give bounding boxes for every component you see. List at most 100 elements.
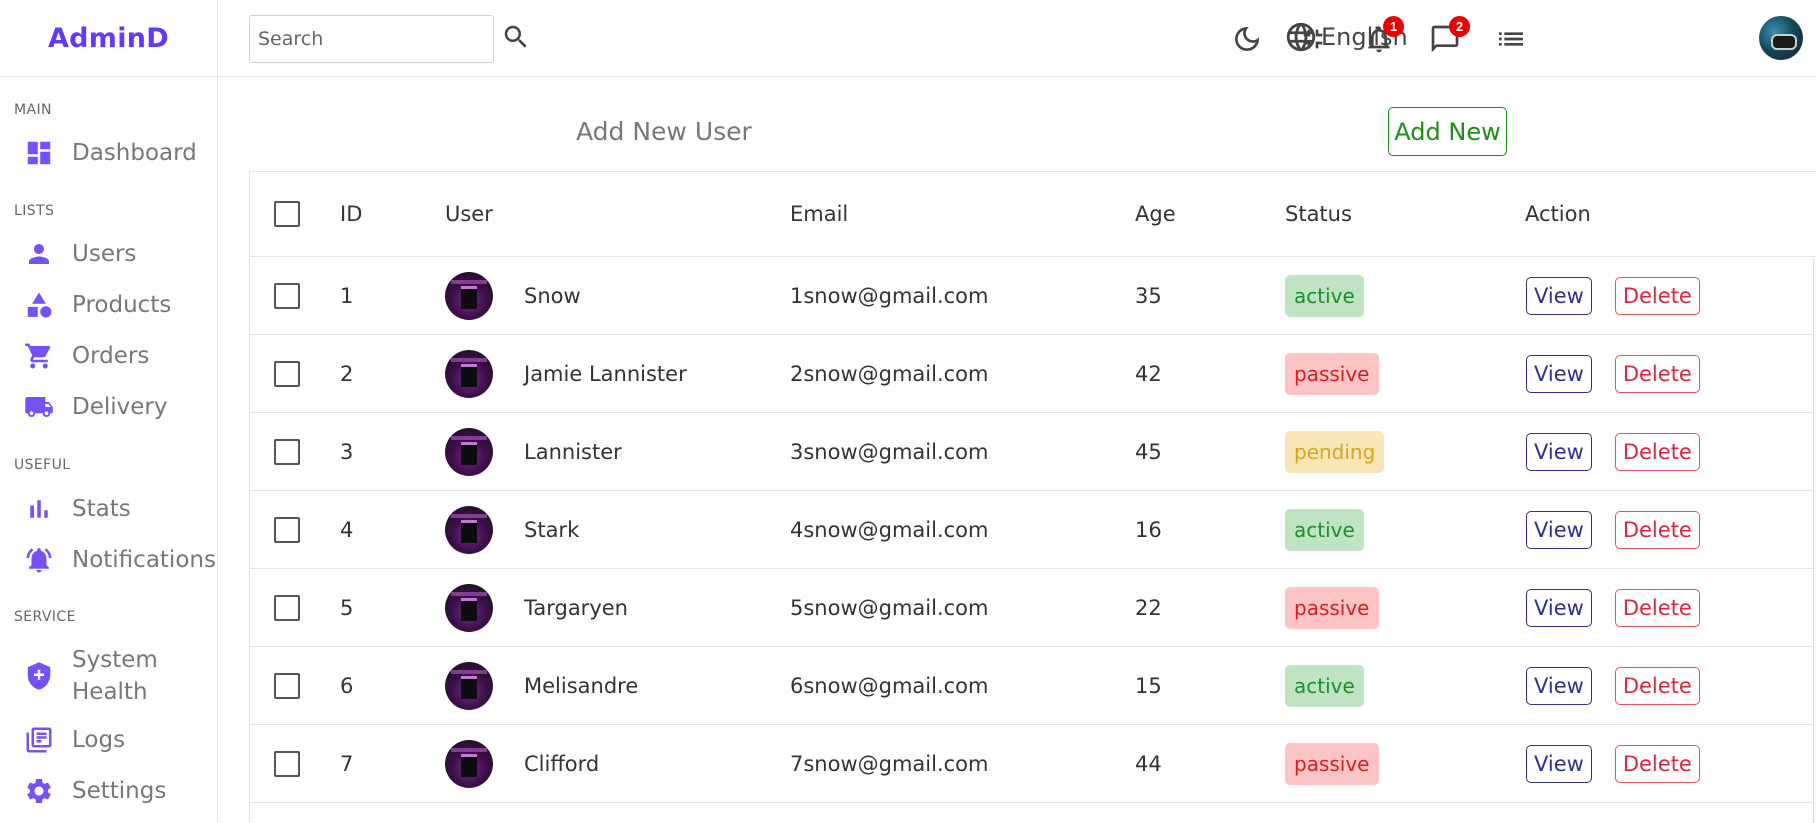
status-badge: passive bbox=[1285, 586, 1379, 629]
view-button[interactable]: View bbox=[1526, 744, 1592, 783]
sidebar-item-users[interactable]: Users bbox=[24, 238, 136, 270]
sidebar-item-stats[interactable]: Stats bbox=[24, 493, 131, 525]
row-checkbox-cell bbox=[274, 569, 300, 646]
sidebar-item-dashboard[interactable]: Dashboard bbox=[24, 137, 197, 169]
sidebar-item-orders[interactable]: Orders bbox=[24, 340, 149, 372]
delete-button[interactable]: Delete bbox=[1614, 510, 1700, 549]
row-checkbox[interactable] bbox=[274, 360, 300, 387]
cell-id: 5 bbox=[340, 595, 354, 620]
row-checkbox[interactable] bbox=[274, 594, 300, 621]
library-books-icon bbox=[24, 725, 54, 755]
sidebar-item-logs[interactable]: Logs bbox=[24, 724, 125, 756]
sidebar-item-notifications[interactable]: Notifications bbox=[24, 544, 216, 576]
user-name: Snow bbox=[524, 283, 581, 308]
messages-badge: 2 bbox=[1449, 16, 1470, 37]
chat-icon[interactable]: 2 bbox=[1428, 16, 1470, 56]
cell-age: 42 bbox=[1135, 361, 1162, 386]
search-input[interactable] bbox=[258, 28, 501, 50]
row-checkbox-cell bbox=[274, 725, 300, 802]
sidebar-item-delivery[interactable]: Delivery bbox=[24, 391, 167, 423]
cell-user: Jamie Lannister bbox=[445, 335, 687, 412]
page-title: Add New User bbox=[576, 117, 752, 146]
cell-status: pending bbox=[1285, 413, 1385, 490]
row-checkbox-cell bbox=[274, 257, 300, 334]
search-icon[interactable] bbox=[501, 22, 531, 57]
delete-button[interactable]: Delete bbox=[1614, 276, 1700, 315]
row-checkbox[interactable] bbox=[274, 516, 300, 543]
user-name: Lannister bbox=[524, 439, 622, 464]
row-checkbox[interactable] bbox=[274, 282, 300, 309]
cell-email: 7snow@gmail.com bbox=[790, 751, 989, 776]
sidebar-item-system-health[interactable]: System Health bbox=[24, 644, 204, 708]
user-avatar[interactable] bbox=[1759, 16, 1803, 60]
cell-id: 1 bbox=[340, 283, 354, 308]
section-title-useful: USEFUL bbox=[14, 457, 71, 473]
select-all-checkbox[interactable] bbox=[274, 201, 300, 227]
fullscreen-exit-icon[interactable] bbox=[1296, 22, 1330, 56]
section-title-service: SERVICE bbox=[14, 609, 76, 625]
column-header-id[interactable]: ID bbox=[340, 172, 362, 256]
column-header-status[interactable]: Status bbox=[1285, 172, 1352, 256]
user-name: Jamie Lannister bbox=[524, 361, 687, 386]
column-header-action[interactable]: Action bbox=[1525, 172, 1591, 256]
sidebar-item-label: Dashboard bbox=[72, 140, 197, 166]
table-row: 3 Lannister 3snow@gmail.com 45 pending View De… bbox=[250, 413, 1816, 491]
header-checkbox-cell bbox=[274, 172, 300, 256]
view-button[interactable]: View bbox=[1526, 432, 1592, 471]
notifications-badge: 1 bbox=[1383, 16, 1404, 37]
row-checkbox-cell bbox=[274, 335, 300, 412]
delete-button[interactable]: Delete bbox=[1614, 354, 1700, 393]
table-row: 1 Snow 1snow@gmail.com 35 active View Delete bbox=[250, 257, 1816, 335]
cell-action: View Delete bbox=[1526, 413, 1700, 490]
notifications-icon[interactable]: 1 bbox=[1362, 16, 1404, 56]
gear-icon bbox=[24, 776, 54, 806]
list-icon[interactable] bbox=[1494, 22, 1528, 56]
user-name: Targaryen bbox=[524, 595, 628, 620]
person-icon bbox=[24, 239, 54, 269]
table-header: ID User Email Age Status Action bbox=[250, 172, 1816, 257]
sidebar-item-label: Stats bbox=[72, 496, 131, 522]
sidebar-item-settings[interactable]: Settings bbox=[24, 775, 166, 807]
row-checkbox-cell bbox=[274, 647, 300, 724]
cell-status: passive bbox=[1285, 569, 1379, 646]
avatar bbox=[445, 505, 493, 554]
view-button[interactable]: View bbox=[1526, 666, 1592, 705]
delete-button[interactable]: Delete bbox=[1614, 432, 1700, 471]
cell-user: Lannister bbox=[445, 413, 622, 490]
avatar bbox=[445, 583, 493, 632]
column-header-user[interactable]: User bbox=[445, 172, 493, 256]
delete-button[interactable]: Delete bbox=[1614, 666, 1700, 705]
sidebar-item-label: Settings bbox=[72, 778, 167, 804]
status-badge: active bbox=[1285, 274, 1364, 317]
row-checkbox[interactable] bbox=[274, 750, 300, 777]
cell-age: 45 bbox=[1135, 439, 1162, 464]
column-header-age[interactable]: Age bbox=[1135, 172, 1176, 256]
add-new-button[interactable]: Add New bbox=[1388, 107, 1507, 156]
view-button[interactable]: View bbox=[1526, 354, 1592, 393]
view-button[interactable]: View bbox=[1526, 588, 1592, 627]
sidebar-item-products[interactable]: Products bbox=[24, 289, 171, 321]
sidebar-item-label: System Health bbox=[72, 647, 158, 705]
cell-id: 3 bbox=[340, 439, 354, 464]
row-checkbox[interactable] bbox=[274, 438, 300, 465]
section-title-lists: LISTS bbox=[14, 203, 55, 219]
truck-icon bbox=[24, 392, 54, 422]
delete-button[interactable]: Delete bbox=[1614, 744, 1700, 783]
cart-icon bbox=[24, 341, 54, 371]
sidebar-item-label: Orders bbox=[72, 343, 150, 369]
cell-email: 1snow@gmail.com bbox=[790, 283, 989, 308]
cell-age: 22 bbox=[1135, 595, 1162, 620]
view-button[interactable]: View bbox=[1526, 276, 1592, 315]
status-badge: active bbox=[1285, 508, 1364, 551]
cell-action: View Delete bbox=[1526, 569, 1700, 646]
app-logo[interactable]: AdminD bbox=[48, 23, 169, 54]
cell-user: Stark bbox=[445, 491, 579, 568]
user-name: Melisandre bbox=[524, 673, 639, 698]
delete-button[interactable]: Delete bbox=[1614, 588, 1700, 627]
table-row: 4 Stark 4snow@gmail.com 16 active View Delete bbox=[250, 491, 1816, 569]
cell-user: Melisandre bbox=[445, 647, 638, 724]
row-checkbox[interactable] bbox=[274, 672, 300, 699]
view-button[interactable]: View bbox=[1526, 510, 1592, 549]
dark-mode-icon[interactable] bbox=[1230, 22, 1264, 56]
column-header-email[interactable]: Email bbox=[790, 172, 848, 256]
